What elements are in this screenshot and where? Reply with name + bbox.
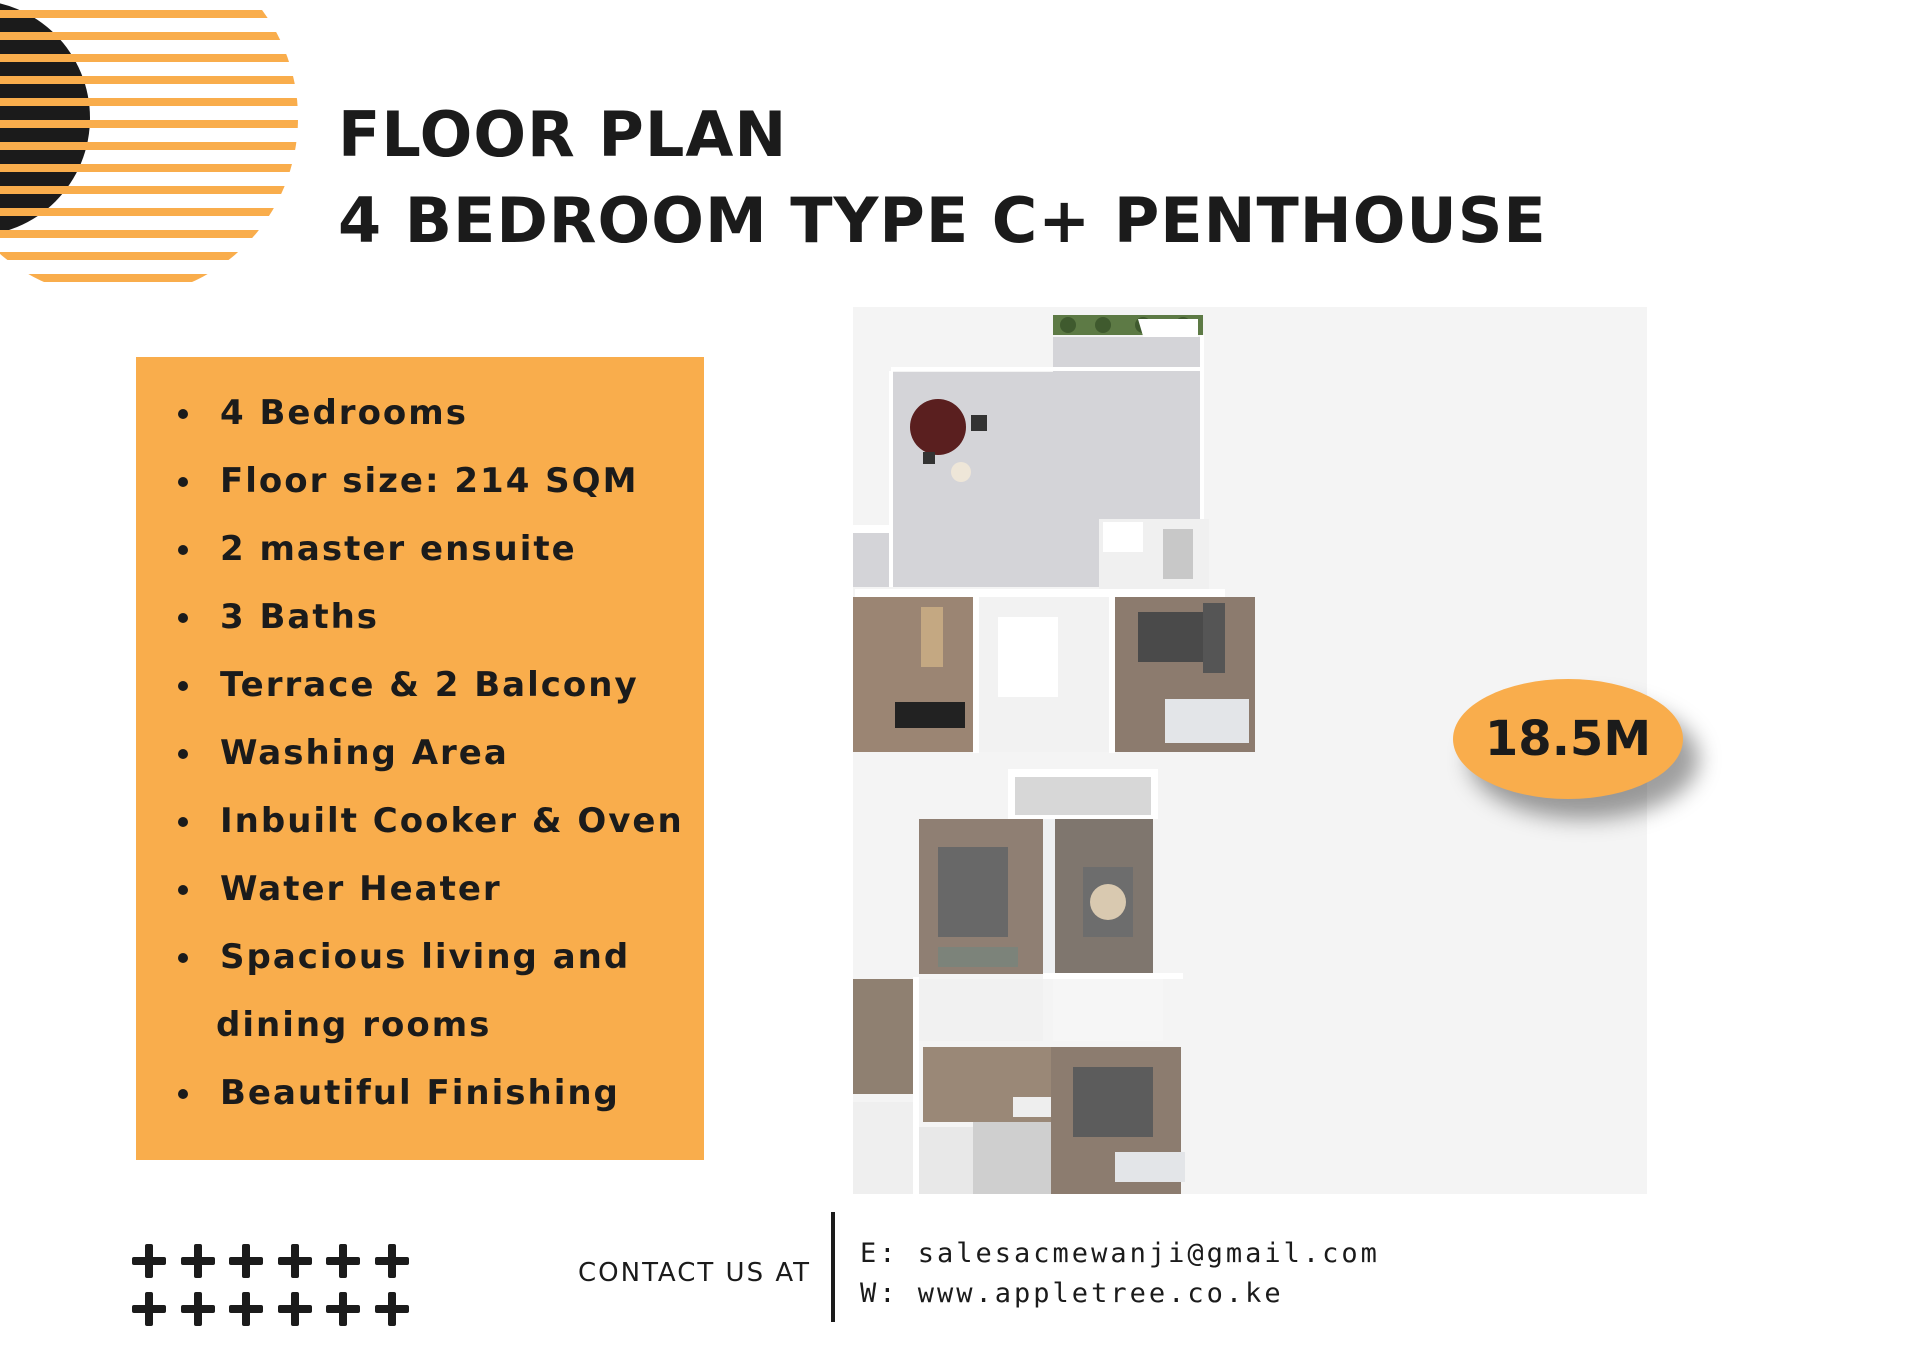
plus-icon bbox=[229, 1244, 263, 1278]
feature-item: Washing Area bbox=[136, 719, 704, 787]
feature-item: 3 Baths bbox=[136, 583, 704, 651]
features-panel: 4 Bedrooms Floor size: 214 SQM 2 master … bbox=[136, 357, 704, 1160]
plus-icon bbox=[277, 1244, 312, 1278]
title-line-2: 4 BEDROOM TYPE C+ PENTHOUSE bbox=[338, 184, 1547, 257]
decorative-plus-grid bbox=[132, 1244, 432, 1326]
contact-email[interactable]: E: salesacmewanji@gmail.com bbox=[860, 1234, 1380, 1274]
feature-item: Spacious living and bbox=[136, 923, 704, 991]
page-title: FLOOR PLAN 4 BEDROOM TYPE C+ PENTHOUSE bbox=[338, 92, 1547, 264]
feature-item: Terrace & 2 Balcony bbox=[136, 651, 704, 719]
contact-details: E: salesacmewanji@gmail.com W: www.apple… bbox=[860, 1234, 1380, 1314]
feature-item-continuation: dining rooms bbox=[216, 1005, 492, 1045]
plus-icon bbox=[326, 1244, 360, 1278]
feature-item: Beautiful Finishing bbox=[136, 1059, 704, 1127]
contact-website[interactable]: W: www.appletree.co.ke bbox=[860, 1274, 1380, 1314]
plus-icon bbox=[374, 1244, 409, 1278]
feature-item: Water Heater bbox=[136, 855, 704, 923]
feature-item: Floor size: 214 SQM bbox=[136, 447, 704, 515]
decorative-striped-circle bbox=[0, 0, 298, 282]
title-line-1: FLOOR PLAN bbox=[338, 98, 788, 171]
plus-icon bbox=[374, 1292, 409, 1326]
plus-icon bbox=[132, 1244, 166, 1278]
plus-icon bbox=[326, 1292, 360, 1326]
plus-icon bbox=[229, 1292, 263, 1326]
feature-item: 4 Bedrooms bbox=[136, 379, 704, 447]
upper-floor-plan bbox=[853, 315, 1255, 753]
feature-item: Inbuilt Cooker & Oven bbox=[136, 787, 704, 855]
plus-icon bbox=[180, 1292, 215, 1326]
plus-icon bbox=[277, 1292, 312, 1326]
price-badge: 18.5M bbox=[1453, 679, 1683, 799]
lower-floor-plan bbox=[853, 769, 1185, 1194]
plus-icon bbox=[132, 1292, 166, 1326]
features-list: 4 Bedrooms Floor size: 214 SQM 2 master … bbox=[136, 357, 704, 1127]
contact-divider bbox=[831, 1212, 835, 1322]
feature-item: 2 master ensuite bbox=[136, 515, 704, 583]
plus-icon bbox=[180, 1244, 215, 1278]
contact-label: CONTACT US AT bbox=[578, 1258, 812, 1288]
